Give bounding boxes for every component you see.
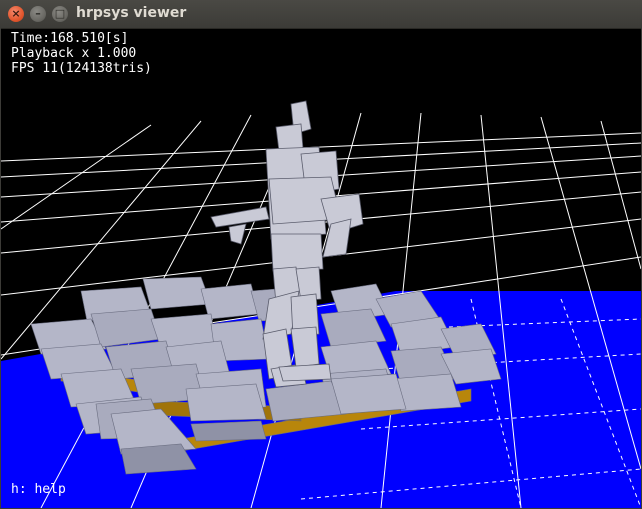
window-title: hrpsys viewer [76, 5, 187, 21]
viewer-window: × – □ hrpsys viewer Time:168.510[s] Play… [0, 0, 642, 509]
title-bar[interactable]: × – □ hrpsys viewer [0, 0, 642, 29]
playback-readout: Playback x 1.000 [11, 46, 137, 61]
close-button[interactable]: × [8, 6, 24, 22]
maximize-button[interactable]: □ [52, 6, 68, 22]
window-border-left [0, 28, 1, 509]
fps-readout: FPS 11(124138tris) [11, 61, 152, 76]
minimize-button[interactable]: – [30, 6, 46, 22]
help-hint: h: help [11, 482, 66, 497]
time-readout: Time:168.510[s] [11, 31, 129, 46]
3d-viewport[interactable]: Time:168.510[s] Playback x 1.000 FPS 11(… [1, 29, 641, 508]
scene-canvas[interactable] [1, 29, 641, 508]
